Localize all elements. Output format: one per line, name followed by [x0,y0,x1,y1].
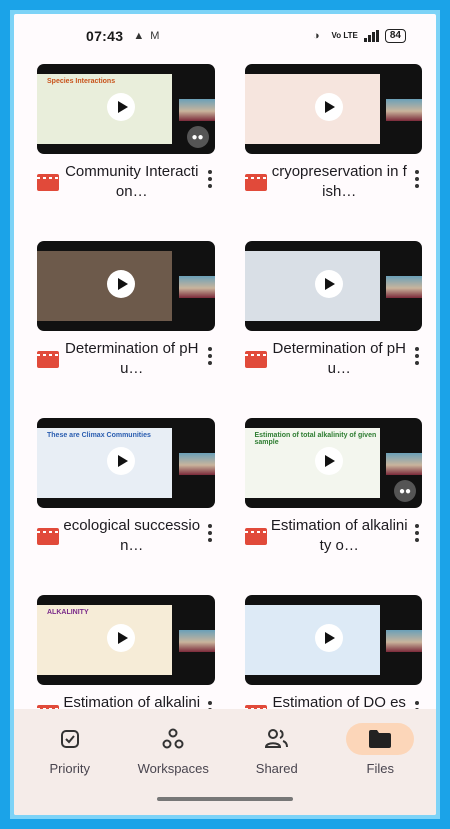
play-icon[interactable] [107,93,135,121]
presenter-video [178,630,215,652]
video-thumbnail[interactable] [37,241,215,331]
file-card[interactable]: Determination of pH u… [37,241,215,418]
video-thumbnail[interactable]: Estimation of total alkalinity of given … [244,418,422,508]
play-icon[interactable] [314,93,343,121]
priority-icon [36,723,104,755]
battery-indicator: 84 [384,29,406,43]
slide-heading: ALKALINITY [47,609,89,616]
more-options-icon[interactable] [412,170,422,188]
shared-icon [243,723,311,755]
play-icon[interactable] [314,624,343,652]
slide-heading: Species Interactions [47,78,116,85]
workspaces-icon [139,723,207,755]
play-icon[interactable] [107,624,135,652]
presenter-video [386,276,422,298]
nav-priority[interactable]: Priority [18,709,122,815]
slide-heading: These are Climax Communities [47,432,151,439]
more-options-icon[interactable] [205,524,215,542]
file-card[interactable]: Estimation of total alkalinity of given … [244,418,422,595]
screen: 07:43 ▲ M ◑ Vo LTE 84 Species Interactio… [14,14,436,815]
video-thumbnail[interactable] [244,241,422,331]
shared-badge-icon: ●● [394,480,416,502]
more-options-icon[interactable] [412,347,422,365]
video-thumbnail[interactable]: ALKALINITY [37,595,215,685]
nav-files[interactable]: Files [329,709,433,815]
video-thumbnail[interactable]: Species Interactions ●● [37,64,215,154]
more-options-icon[interactable] [412,524,422,542]
video-file-icon [244,528,267,545]
file-title: cryopreservation in fish… [271,163,407,200]
file-card[interactable]: Determination of pH u… [244,241,422,418]
slide-preview [244,251,380,321]
file-grid: Species Interactions ●● Community Interact… [14,64,436,772]
nav-label-workspaces: Workspaces [137,761,209,776]
presenter-video [386,453,422,475]
play-icon[interactable] [314,270,343,298]
video-thumbnail[interactable]: These are Climax Communities [37,418,215,508]
nav-label-files: Files [366,761,394,776]
presenter-video [178,276,215,298]
presenter-video [178,453,215,475]
slide-preview: These are Climax Communities [37,428,172,498]
status-bar: 07:43 ▲ M ◑ Vo LTE 84 [14,14,436,58]
presenter-video [386,99,422,121]
video-file-icon [244,174,267,191]
signal-icon [363,30,379,42]
slide-preview [244,74,380,144]
shared-badge-icon: ●● [186,126,209,148]
file-title: Determination of pH u… [65,340,199,377]
more-options-icon[interactable] [205,347,215,365]
file-card[interactable]: Species Interactions ●● Community Interact… [37,64,215,241]
more-options-icon[interactable] [205,170,215,188]
device-frame: 07:43 ▲ M ◑ Vo LTE 84 Species Interactio… [10,10,440,819]
slide-preview [37,251,172,321]
slide-preview: Species Interactions [37,74,172,144]
volte-label: Vo LTE [331,31,358,40]
nav-label-priority: Priority [49,761,90,776]
slide-heading: Estimation of total alkalinity of given … [254,432,377,446]
nav-label-shared: Shared [255,761,298,776]
play-icon[interactable] [107,447,135,475]
play-icon[interactable] [314,447,343,475]
file-title: Estimation of alkalinity o… [270,517,408,554]
slide-preview [244,605,380,675]
status-time: 07:43 [86,28,124,44]
wifi-icon: ◑ [312,30,320,42]
video-thumbnail[interactable] [244,64,422,154]
file-card[interactable]: These are Climax Communities ecological s… [37,418,215,595]
gesture-handle[interactable] [157,797,293,801]
video-file-icon [37,528,59,545]
slide-preview: ALKALINITY [37,605,172,675]
video-thumbnail[interactable] [244,595,422,685]
gmail-icon: M [150,30,160,42]
folder-icon [346,723,415,755]
file-title: Determination of pH u… [272,340,406,377]
slide-preview: Estimation of total alkalinity of given … [244,428,380,498]
file-title: ecological succession… [63,517,201,554]
notification-icon: ▲ [133,30,145,42]
play-icon[interactable] [107,270,135,298]
presenter-video [178,99,215,121]
video-file-icon [244,351,267,368]
file-title: Community Interaction… [65,163,199,200]
video-file-icon [37,351,59,368]
presenter-video [386,630,422,652]
bottom-navigation: Priority Workspaces Shared Files [14,709,436,815]
video-file-icon [37,174,59,191]
file-card[interactable]: cryopreservation in fish… [244,64,422,241]
